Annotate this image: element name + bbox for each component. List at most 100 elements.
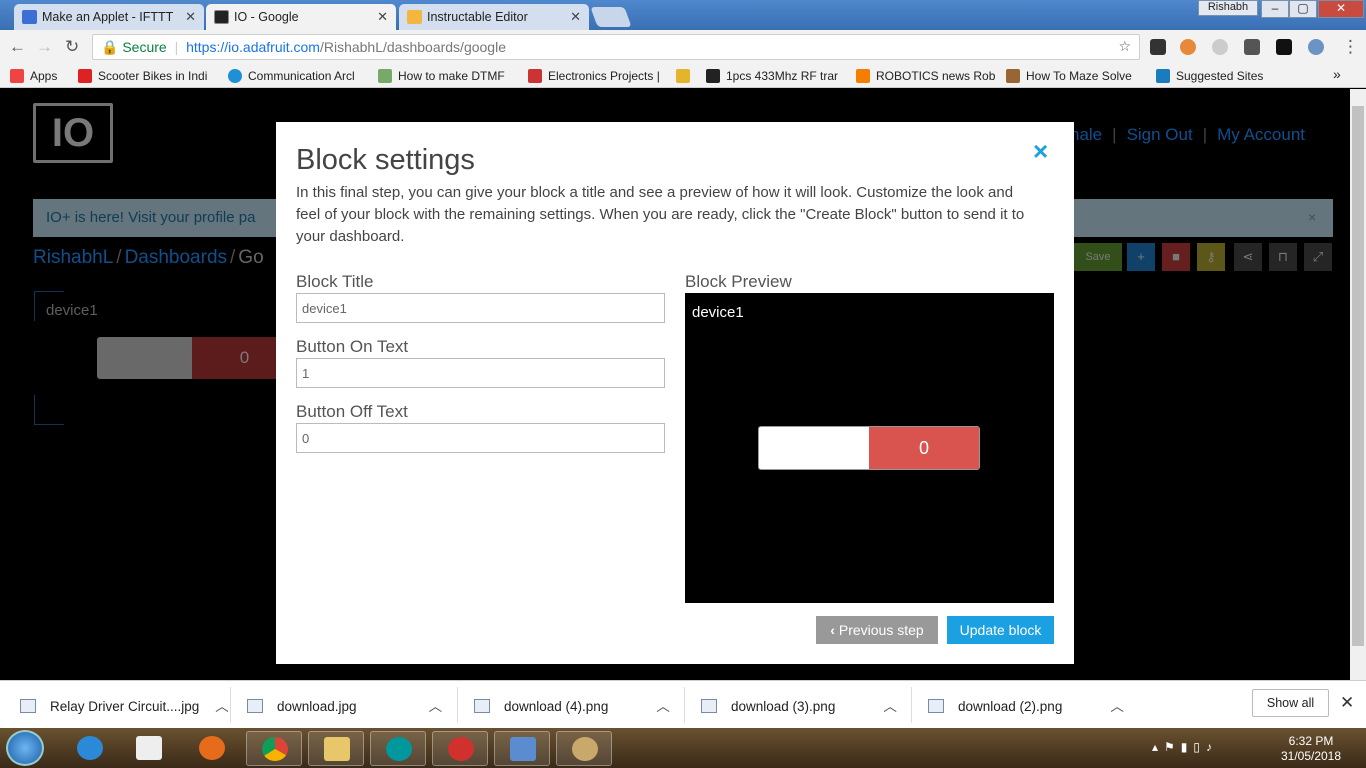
image-file-icon: [20, 699, 36, 713]
clock-date: 31/05/2018: [1280, 749, 1342, 763]
tab-ifttt[interactable]: Make an Applet - IFTTT ✕: [14, 4, 204, 30]
apps-grid-icon: [10, 69, 24, 83]
menu-kebab-icon[interactable]: ⋮: [1342, 37, 1359, 57]
bookmark-apps[interactable]: Apps: [10, 69, 57, 83]
bookmark-star-icon[interactable]: ☆: [1118, 38, 1131, 55]
chevron-up-icon[interactable]: ︿: [883, 699, 897, 714]
bookmark-rf[interactable]: 1pcs 433Mhz RF trar: [706, 69, 838, 83]
update-block-button[interactable]: Update block: [947, 616, 1054, 644]
bookmark-communication[interactable]: Communication Arcl: [228, 69, 355, 83]
tab-title: IO - Google: [234, 10, 299, 24]
tab-instructable-editor[interactable]: Instructable Editor ✕: [399, 4, 589, 30]
volume-icon[interactable]: ♪: [1206, 740, 1218, 754]
bookmark-minion[interactable]: [676, 69, 696, 83]
image-file-icon: [474, 699, 490, 713]
on-text-input[interactable]: [296, 358, 665, 388]
bookmark-suggested[interactable]: Suggested Sites: [1156, 69, 1263, 83]
bookmark-maze[interactable]: How To Maze Solve: [1006, 69, 1132, 83]
battery-icon[interactable]: ▯: [1193, 740, 1206, 754]
download-item[interactable]: download (2).png ︿: [928, 695, 1124, 715]
block-preview: device1 0: [685, 293, 1054, 603]
clock-time: 6:32 PM: [1288, 734, 1334, 748]
extension-orange-icon[interactable]: [1180, 39, 1196, 55]
maximize-button[interactable]: ▢: [1289, 0, 1317, 18]
lock-icon: 🔒: [101, 39, 119, 55]
modal-title: Block settings: [296, 144, 475, 176]
taskbar-app[interactable]: [246, 731, 302, 766]
taskbar-app[interactable]: [62, 731, 118, 766]
close-tab-icon[interactable]: ✕: [570, 9, 581, 25]
window-close-button[interactable]: ✕: [1318, 0, 1364, 18]
profile-button[interactable]: Rishabh: [1198, 0, 1258, 16]
extension-blue-icon[interactable]: [1308, 39, 1324, 55]
show-hidden-icon[interactable]: ▴: [1152, 740, 1164, 754]
start-button[interactable]: [6, 730, 44, 766]
taskbar-app[interactable]: [121, 731, 177, 766]
download-item[interactable]: download (3).png ︿: [701, 695, 897, 715]
download-item[interactable]: Relay Driver Circuit....jpg ︿: [20, 695, 229, 715]
extension-gray-icon[interactable]: [1244, 39, 1260, 55]
dtmf-icon: [378, 69, 392, 83]
off-text-label: Button Off Text: [296, 402, 408, 421]
reload-icon[interactable]: ↻: [65, 37, 79, 57]
minion-icon: [676, 69, 690, 83]
new-tab-button[interactable]: [590, 7, 632, 27]
scooter-icon: [78, 69, 92, 83]
bookmark-scooter[interactable]: Scooter Bikes in Indi: [78, 69, 207, 83]
chevron-up-icon[interactable]: ︿: [656, 699, 670, 714]
divider: [457, 687, 458, 723]
file-explorer-icon: [324, 737, 350, 761]
tab-title: Make an Applet - IFTTT: [42, 10, 174, 24]
amazon-extension-icon[interactable]: [1276, 39, 1292, 55]
taskbar-app[interactable]: [370, 731, 426, 766]
flag-icon[interactable]: ⚑: [1164, 740, 1181, 754]
bookmark-robotics[interactable]: ROBOTICS news Rob: [856, 69, 995, 83]
bookmarks-overflow-icon[interactable]: »: [1333, 66, 1341, 82]
preview-block-title: device1: [692, 304, 744, 321]
chevron-up-icon[interactable]: ︿: [429, 699, 443, 714]
extension-notification-icon[interactable]: [1150, 39, 1166, 55]
chevron-up-icon[interactable]: ︿: [1110, 699, 1124, 714]
modal-description: In this final step, you can give your bl…: [296, 184, 1025, 245]
show-all-button[interactable]: Show all: [1252, 689, 1329, 717]
bookmark-dtmf[interactable]: How to make DTMF: [378, 69, 505, 83]
photos-icon: [510, 737, 536, 761]
electronics-icon: [528, 69, 542, 83]
system-tray[interactable]: ▴⚑▮▯♪: [1152, 740, 1218, 754]
secure-label: Secure: [122, 39, 167, 55]
chevron-up-icon[interactable]: ︿: [215, 699, 229, 714]
bookmark-electronics[interactable]: Electronics Projects |: [528, 69, 660, 83]
taskbar-app[interactable]: [494, 731, 550, 766]
close-tab-icon[interactable]: ✕: [377, 9, 388, 25]
previous-step-button[interactable]: ‹ Previous step: [816, 616, 938, 644]
download-item[interactable]: download (4).png ︿: [474, 695, 670, 715]
taskbar-clock[interactable]: 6:32 PM 31/05/2018: [1276, 734, 1346, 764]
tab-io-google[interactable]: IO - Google ✕: [206, 4, 396, 30]
forward-arrow-icon[interactable]: →: [36, 37, 53, 57]
close-tab-icon[interactable]: ✕: [185, 9, 196, 25]
close-icon[interactable]: ×: [1033, 136, 1048, 167]
media-player-icon: [136, 736, 162, 760]
adafruit-io-favicon-icon: [214, 10, 229, 24]
minimize-button[interactable]: –: [1261, 0, 1289, 18]
off-text-input[interactable]: [296, 423, 665, 453]
bing-icon: [1156, 69, 1170, 83]
taskbar-app[interactable]: [308, 731, 364, 766]
taskbar-app[interactable]: [556, 731, 612, 766]
bookmarks-bar: Apps Scooter Bikes in Indi Communication…: [0, 64, 1366, 88]
downloads-close-icon[interactable]: ✕: [1340, 693, 1354, 713]
blogger-icon: [856, 69, 870, 83]
browser-toolbar: ← → ↻ 🔒 Secure | https://io.adafruit.com…: [0, 30, 1366, 64]
internet-explorer-icon: [77, 736, 103, 760]
skype-icon[interactable]: [1212, 39, 1228, 55]
scrollbar-thumb[interactable]: [1352, 106, 1364, 646]
taskbar-app[interactable]: [432, 731, 488, 766]
divider: [230, 687, 231, 723]
block-title-input[interactable]: [296, 293, 665, 323]
address-bar[interactable]: 🔒 Secure | https://io.adafruit.com/Risha…: [92, 34, 1140, 60]
back-arrow-icon[interactable]: ←: [9, 37, 26, 57]
taskbar-app[interactable]: [184, 731, 240, 766]
download-item[interactable]: download.jpg ︿: [247, 695, 442, 715]
app-red-icon: [448, 737, 474, 761]
network-icon[interactable]: ▮: [1181, 740, 1194, 754]
